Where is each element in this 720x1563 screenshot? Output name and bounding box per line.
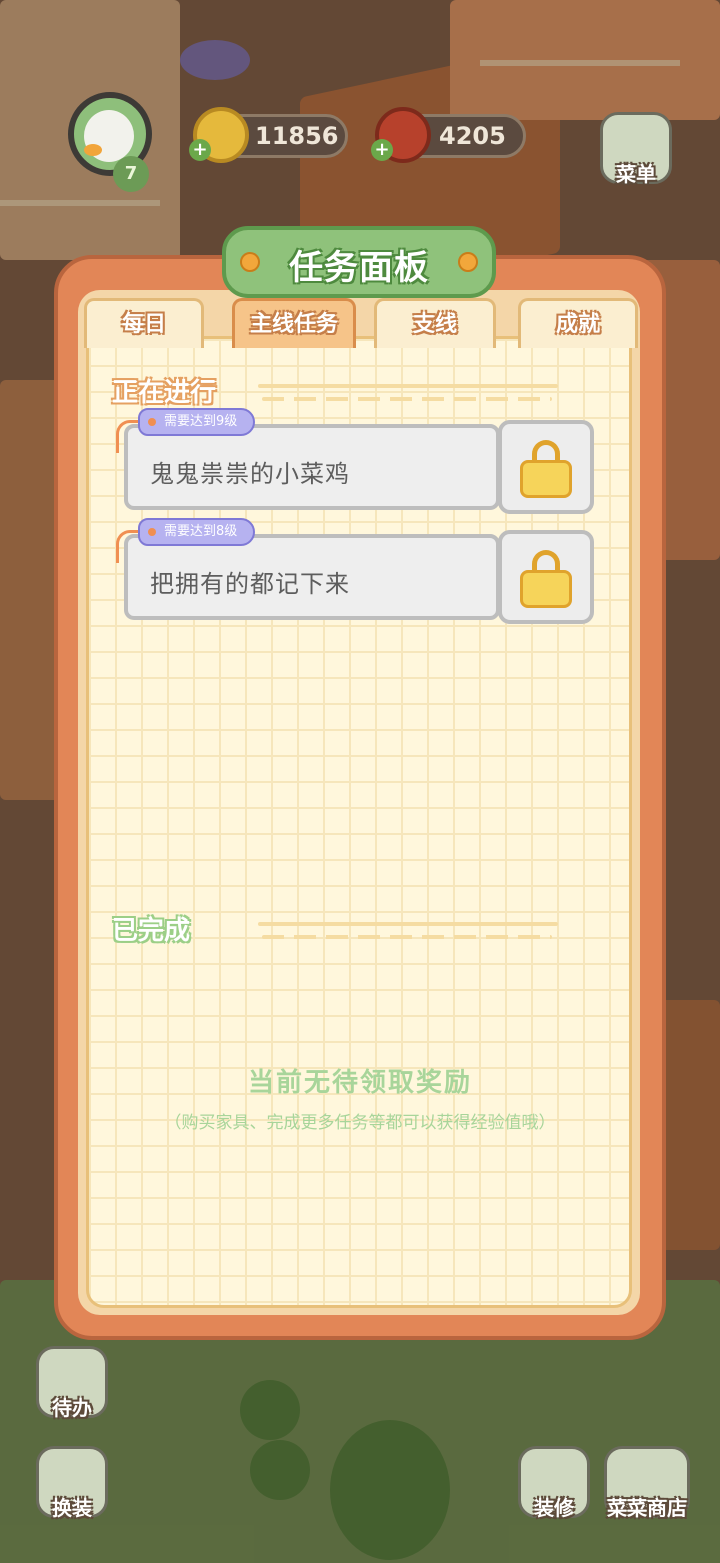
task-card: 把拥有的都记下来 (124, 534, 500, 620)
todo-button[interactable]: 待办 (36, 1346, 108, 1420)
tab-side-quest[interactable]: 支线 (374, 298, 496, 348)
meat-counter[interactable]: + 4205 (371, 107, 526, 163)
divider (258, 922, 558, 926)
task-card: 鬼鬼祟祟的小菜鸡 (124, 424, 500, 510)
completed-heading: 已完成 (112, 916, 191, 946)
shop-button[interactable]: 菜菜商店 (604, 1446, 690, 1520)
requirement-tag: 需要达到9级 (138, 408, 256, 436)
tag-hole-icon (148, 418, 156, 426)
lock-body-icon (520, 460, 572, 498)
panel-title-plaque: 任务面板 (222, 226, 496, 298)
dress-up-button[interactable]: 换装 (36, 1446, 108, 1520)
player-level-badge: 7 (113, 156, 149, 192)
dress-up-button-label: 换装 (52, 1496, 92, 1520)
todo-button-label: 待办 (52, 1396, 92, 1420)
meat-amount: 4205 (439, 122, 506, 150)
decorate-button-label: 装修 (534, 1496, 574, 1520)
locked-reward-slot[interactable] (498, 530, 594, 624)
menu-button-label: 菜单 (616, 162, 656, 186)
requirement-text: 需要达到9级 (164, 414, 238, 429)
add-coin-icon[interactable]: + (189, 139, 211, 161)
tag-hole-icon (148, 528, 156, 536)
tab-daily[interactable]: 每日 (84, 298, 204, 348)
add-meat-icon[interactable]: + (371, 139, 393, 161)
task-item[interactable]: 把拥有的都记下来 需要达到8级 (116, 518, 596, 624)
requirement-tag: 需要达到8级 (138, 518, 256, 546)
task-item[interactable]: 鬼鬼祟祟的小菜鸡 需要达到9级 (116, 408, 596, 514)
lock-body-icon (520, 570, 572, 608)
decorate-button[interactable]: 装修 (518, 1446, 590, 1520)
divider (258, 384, 558, 388)
divider (262, 935, 552, 939)
divider (262, 397, 552, 401)
coin-counter[interactable]: + 11856 (189, 107, 348, 163)
avatar-beak (84, 144, 102, 156)
empty-reward-title: 当前无待领取奖励 (247, 1068, 472, 1098)
tab-achievements[interactable]: 成就 (518, 298, 638, 348)
task-title: 把拥有的都记下来 (150, 570, 350, 598)
coin-amount: 11856 (255, 122, 339, 150)
menu-button[interactable]: 菜单 (600, 112, 672, 186)
requirement-text: 需要达到8级 (164, 524, 238, 539)
tab-main-quest[interactable]: 主线任务 (232, 298, 356, 348)
locked-reward-slot[interactable] (498, 420, 594, 514)
shop-button-label: 菜菜商店 (607, 1496, 687, 1520)
in-progress-heading: 正在进行 (112, 378, 217, 408)
task-title: 鬼鬼祟祟的小菜鸡 (150, 460, 350, 488)
empty-reward-hint: （购买家具、完成更多任务等都可以获得经验值哦） (164, 1113, 556, 1133)
panel-title: 任务面板 (289, 248, 429, 288)
